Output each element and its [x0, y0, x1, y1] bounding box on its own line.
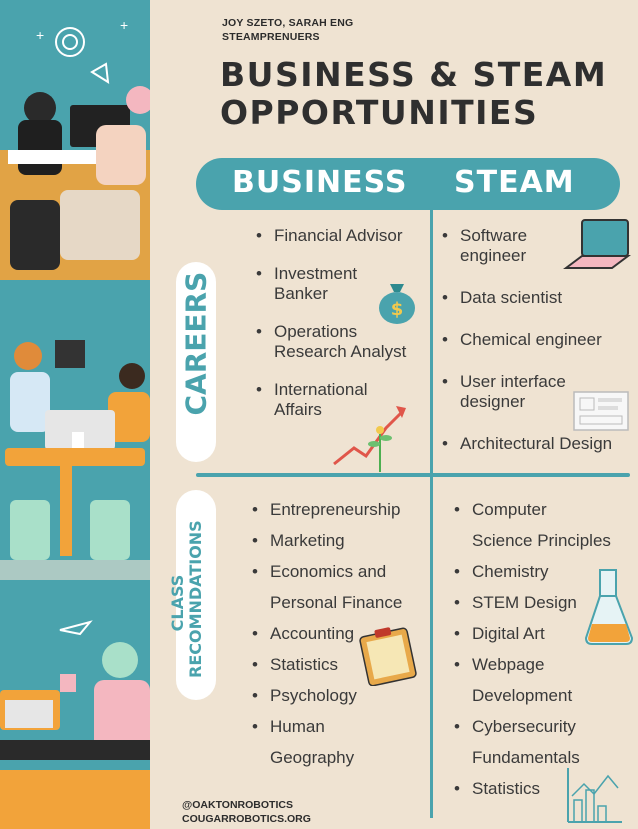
clipboard-icon — [359, 627, 417, 686]
list-item: Entrepreneurship — [250, 494, 430, 525]
people-working-illustration: + + — [0, 17, 150, 829]
list-item: Financial Advisor — [254, 226, 434, 246]
list-item: Data scientist — [440, 288, 638, 308]
list-item: Chemical engineer — [440, 330, 638, 350]
steam-header: STEAM — [454, 165, 575, 200]
website-link: COUGARROBOTICS.ORG — [182, 813, 311, 825]
flask-icon — [584, 569, 634, 645]
list-item: Webpage Development — [452, 649, 638, 711]
careers-label: CAREERS — [179, 271, 213, 416]
growth-chart-icon — [333, 406, 406, 472]
title-line-2: OPPORTUNITIES — [220, 93, 539, 132]
list-item: Human Geography — [250, 711, 430, 773]
list-item: Operations Research Analyst — [254, 322, 434, 362]
page-title: BUSINESS & STEAM OPPORTUNITIES — [220, 56, 607, 132]
business-header: BUSINESS — [232, 165, 408, 200]
svg-text:$: $ — [391, 299, 404, 320]
section-divider — [196, 473, 630, 477]
svg-text:+: + — [36, 27, 44, 43]
social-handle: @OAKTONROBOTICS — [182, 799, 293, 811]
steam-classes-list: Computer Science Principles Chemistry ST… — [452, 494, 638, 804]
chart-icon — [567, 768, 622, 823]
money-bag-icon: $ — [379, 284, 415, 324]
illustration-strip: + + — [0, 0, 150, 829]
column-header-bar: BUSINESS STEAM — [196, 158, 620, 210]
class-label-line-1: CLASS — [168, 574, 187, 632]
class-label-line-2: RECOMNDATIONS — [186, 520, 205, 678]
footer: @OAKTONROBOTICS COUGARROBOTICS.ORG — [182, 798, 311, 826]
authors: JOY SZETO, SARAH ENG STEAMPRENUERS — [222, 16, 353, 44]
laptop-icon — [563, 219, 631, 269]
class-label: CLASS RECOMNDATIONS — [168, 520, 205, 678]
author-names: JOY SZETO, SARAH ENG — [222, 17, 354, 29]
title-line-1: BUSINESS & STEAM — [220, 55, 608, 94]
wireframe-icon — [573, 391, 629, 431]
team-name: STEAMPRENUERS — [222, 31, 320, 43]
svg-text:+: + — [120, 17, 128, 33]
list-item: Architectural Design — [440, 434, 638, 454]
poster: JOY SZETO, SARAH ENG STEAMPRENUERS BUSIN… — [150, 0, 638, 829]
list-item: Economics and Personal Finance — [250, 556, 430, 618]
list-item: Marketing — [250, 525, 430, 556]
list-item: Computer Science Principles — [452, 494, 638, 556]
